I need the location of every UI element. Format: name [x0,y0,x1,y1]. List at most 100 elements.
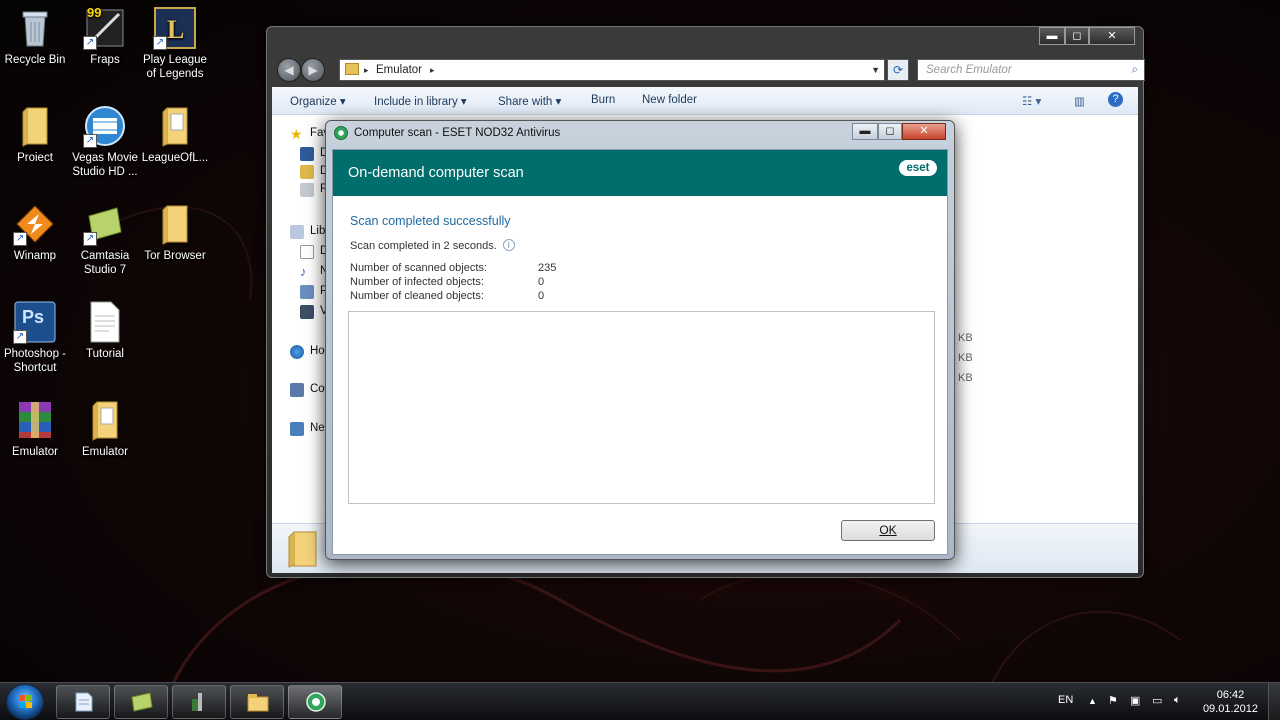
eset-icon [306,692,326,712]
dialog-header: On-demand computer scan eset [333,150,947,196]
clock[interactable]: 06:42 09.01.2012 [1203,688,1258,716]
camtasia-icon: ↗ [83,202,127,246]
maximize-button[interactable]: ◻ [1065,27,1089,45]
show-hidden-icons-button[interactable]: ▲ [1088,696,1097,706]
taskbar-eset[interactable] [288,685,342,719]
minimize-button[interactable]: ▬ [1039,27,1065,45]
shortcut-arrow-icon: ↗ [83,134,97,148]
burn-button[interactable]: Burn [591,94,615,106]
device-icon[interactable]: ▣ [1130,694,1140,707]
close-button[interactable]: ✕ [1089,27,1135,45]
libraries-icon [290,225,304,239]
text-document-icon [83,300,127,344]
desktop-icon-emulator-archive[interactable]: Emulator [0,398,70,459]
winrar-archive-icon [13,398,57,442]
new-folder-button[interactable]: New folder [642,94,697,106]
desktop-icon-emulator-folder[interactable]: Emulator [70,398,140,459]
header-title: On-demand computer scan [348,165,524,181]
dialog-content: On-demand computer scan eset Scan comple… [332,149,948,555]
folder-icon [83,398,127,442]
include-in-library-button[interactable]: Include in library ▾ [374,94,467,108]
desktop-icon-label: Photoshop - Shortcut [3,348,66,374]
desktop-icon-tor-browser[interactable]: Tor Browser [140,202,210,263]
desktop-icon-fraps[interactable]: 99 ↗ Fraps [70,6,140,67]
search-input[interactable]: Search Emulator ⌕ [917,59,1145,81]
refresh-button[interactable]: ⟳ [887,59,909,81]
search-placeholder: Search Emulator [926,64,1012,76]
navigation-pane: ★Fav D D R Lib D ♪N P V Ho Co Ne [290,126,330,436]
scan-status: Scan completed successfully [350,214,511,228]
folder-icon [153,104,197,148]
preview-pane-icon[interactable]: ▥ [1074,94,1085,108]
info-icon[interactable]: i [502,239,515,251]
start-button[interactable] [6,684,44,720]
documents-icon [300,245,314,259]
taskbar-camtasia[interactable] [114,685,168,719]
desktop-icon-label: Fraps [90,54,120,66]
clock-date: 09.01.2012 [1202,703,1258,715]
scan-log-box[interactable] [348,311,935,504]
favorites-star-icon: ★ [290,126,303,142]
desktop-icon-proiect[interactable]: Proiect [0,104,70,165]
shortcut-arrow-icon: ↗ [13,232,27,246]
breadcrumb-separator-icon: ▸ [430,65,435,75]
winamp-icon: ↗ [13,202,57,246]
desktop-icon-camtasia[interactable]: ↗ Camtasia Studio 7 [70,202,140,277]
desktop-icon-label: Emulator [81,446,129,458]
vegas-movie-studio-icon: ↗ [83,104,127,148]
organize-button[interactable]: Organize ▾ [290,94,346,108]
homegroup-icon [290,345,304,359]
folder-icon [153,202,197,246]
taskbar-explorer[interactable] [230,685,284,719]
desktop-icon-label: Camtasia Studio 7 [80,250,130,276]
dialog-window-controls: ▬ ◻ ✕ [852,123,946,140]
scan-statistics: Number of scanned objects: 235 Number of… [350,262,610,304]
share-with-button[interactable]: Share with ▾ [498,94,561,108]
computer-icon [290,383,304,397]
shortcut-arrow-icon: ↗ [153,36,167,50]
help-icon[interactable]: ? [1108,92,1123,107]
camtasia-icon [131,692,153,712]
language-indicator[interactable]: EN [1058,694,1073,706]
view-options-icon[interactable]: ☷ ▾ [1022,94,1041,108]
maximize-button[interactable]: ◻ [878,123,902,140]
videos-icon [300,305,314,319]
breadcrumb-emulator[interactable]: Emulator [376,60,422,80]
desktop-icon-label: Tutorial [86,348,124,360]
scan-duration: Scan completed in 2 seconds. i [350,239,515,252]
minimize-button[interactable]: ▬ [852,123,878,140]
photoshop-badge: Ps [22,307,45,327]
action-center-flag-icon[interactable]: ⚑ [1108,694,1118,707]
desktop-icon-tutorial[interactable]: Tutorial [70,300,140,361]
forward-button[interactable]: ▶ [301,58,325,82]
desktop-icon-leagueofl-folder[interactable]: LeagueOfL... [140,104,210,165]
network-tray-icon[interactable]: ▭ [1152,694,1162,707]
taskbar-documents[interactable] [56,685,110,719]
address-bar[interactable]: ▸ Emulator ▸ ▼ [339,59,885,81]
desktop-icon-league-of-legends[interactable]: L ↗ Play League of Legends [140,6,210,81]
close-button[interactable]: ✕ [902,123,946,140]
league-of-legends-icon: L ↗ [153,6,197,50]
eset-logo: eset [899,160,937,176]
photoshop-icon: Ps ↗ [13,300,57,344]
shortcut-arrow-icon: ↗ [13,330,27,344]
address-dropdown-icon[interactable]: ▼ [871,60,880,80]
desktop-icon-label: Winamp [13,250,57,262]
desktop-icon-winamp[interactable]: ↗ Winamp [0,202,70,263]
fraps-badge: 99 [87,5,102,20]
tool-icon [192,693,202,711]
show-desktop-button[interactable] [1268,683,1280,720]
back-button[interactable]: ◀ [277,58,301,82]
taskbar-tool[interactable] [172,685,226,719]
windows-logo-icon [19,695,32,708]
desktop-icon-photoshop[interactable]: Ps ↗ Photoshop - Shortcut [0,300,70,375]
eset-scan-dialog[interactable]: Computer scan - ESET NOD32 Antivirus ▬ ◻… [325,120,955,560]
ok-button[interactable]: OK [841,520,935,541]
desktop-icon-recycle-bin[interactable]: Recycle Bin [0,6,70,67]
taskbar: EN ▲ ⚑ ▣ ▭ 🔈︎ 06:42 09.01.2012 [0,682,1280,720]
file-size: KB [958,352,973,364]
desktop-icon-label: Proiect [17,152,53,164]
explorer-icon [247,694,269,712]
volume-icon[interactable]: 🔈︎ [1174,694,1181,707]
desktop-icon-vegas[interactable]: ↗ Vegas Movie Studio HD ... [70,104,140,179]
